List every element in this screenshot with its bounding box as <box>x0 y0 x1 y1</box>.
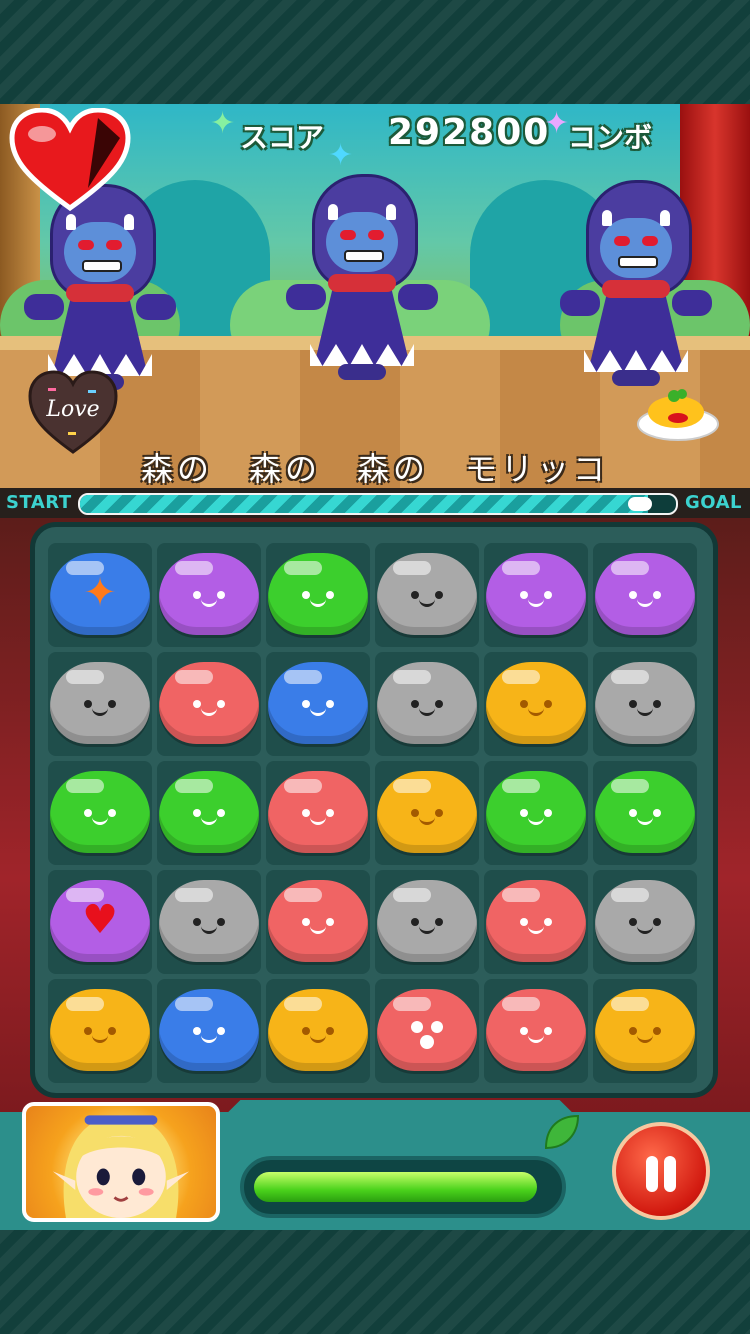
purple-puyo[interactable] <box>595 553 695 635</box>
board-cell[interactable] <box>484 979 588 1083</box>
board-cell[interactable] <box>48 761 152 865</box>
pause-icon <box>664 1156 676 1192</box>
board-cell[interactable] <box>266 652 370 756</box>
yellow-puyo[interactable] <box>50 989 150 1071</box>
red-puyo[interactable] <box>268 771 368 853</box>
purple-puyo[interactable] <box>486 553 586 635</box>
board-cell[interactable] <box>593 870 697 974</box>
yellow-puyo[interactable] <box>595 989 695 1071</box>
omelet-icon[interactable] <box>636 382 720 442</box>
progress-track <box>78 493 678 515</box>
board-cell[interactable]: ♥ <box>48 870 152 974</box>
yellow-puyo[interactable] <box>377 771 477 853</box>
board-cell[interactable] <box>484 870 588 974</box>
board-cell[interactable] <box>266 870 370 974</box>
hp-gauge <box>240 1156 566 1218</box>
star-sparkle-icon: ✦ <box>210 106 236 141</box>
enemy-monster-right[interactable] <box>560 180 712 390</box>
red-puyo[interactable] <box>377 989 477 1071</box>
star-icon: ✦ <box>83 570 117 616</box>
bottom-letterbox <box>0 1230 750 1334</box>
gray-puyo[interactable] <box>595 880 695 962</box>
board-cell[interactable] <box>157 761 261 865</box>
character-portrait[interactable] <box>22 1102 220 1222</box>
board-cell[interactable] <box>375 543 479 647</box>
progress-goal-label: GOAL <box>685 492 742 513</box>
hp-gauge-fill <box>254 1172 538 1202</box>
board-cell[interactable] <box>157 652 261 756</box>
score-label: スコア <box>240 121 325 154</box>
love-badge-text: Love <box>45 397 99 422</box>
song-title: 森の 森の 森の モリッコ <box>140 450 609 488</box>
green-puyo[interactable] <box>159 771 259 853</box>
heart-icon: ♥ <box>82 897 118 943</box>
board-cell[interactable] <box>157 543 261 647</box>
board-cell[interactable] <box>266 761 370 865</box>
gray-puyo[interactable] <box>377 553 477 635</box>
song-progress-bar: START GOAL <box>0 488 750 518</box>
gray-puyo[interactable] <box>50 662 150 744</box>
gray-puyo[interactable] <box>595 662 695 744</box>
board-cell[interactable] <box>484 761 588 865</box>
board-cell[interactable] <box>157 870 261 974</box>
green-puyo[interactable] <box>50 771 150 853</box>
board-cell[interactable] <box>484 543 588 647</box>
score-bar: ✦ スコア ✦ 292800 ✦ コンボ <box>210 106 660 173</box>
gray-puyo[interactable] <box>377 880 477 962</box>
blue-puyo[interactable] <box>159 989 259 1071</box>
score-value: 292800 <box>388 112 551 153</box>
green-puyo[interactable] <box>595 771 695 853</box>
progress-start-label: START <box>6 492 72 513</box>
green-puyo[interactable] <box>486 771 586 853</box>
enemy-monster-left[interactable] <box>24 184 176 394</box>
board-cell[interactable] <box>375 652 479 756</box>
red-puyo[interactable] <box>486 880 586 962</box>
board-cell[interactable] <box>593 761 697 865</box>
board-cell[interactable] <box>266 543 370 647</box>
board-cell[interactable] <box>157 979 261 1083</box>
board-cell[interactable] <box>266 979 370 1083</box>
pause-button[interactable] <box>612 1122 710 1220</box>
board-cell[interactable] <box>375 979 479 1083</box>
board-cell[interactable] <box>375 870 479 974</box>
combo-label: コンボ <box>568 121 653 154</box>
red-puyo[interactable] <box>486 989 586 1071</box>
gray-puyo[interactable] <box>377 662 477 744</box>
board-cell[interactable] <box>593 979 697 1083</box>
gray-puyo[interactable] <box>159 880 259 962</box>
star-sparkle-icon: ✦ <box>328 138 354 173</box>
leaf-icon <box>544 1114 580 1150</box>
board-cell[interactable]: ✦ <box>48 543 152 647</box>
enemy-monster-center[interactable] <box>286 174 438 384</box>
heart-life-icon <box>9 108 131 212</box>
green-puyo[interactable] <box>268 553 368 635</box>
top-letterbox <box>0 0 750 104</box>
puzzle-grid: ✦ ♥ <box>48 543 697 1083</box>
progress-fill <box>80 495 649 513</box>
progress-knob <box>628 497 653 511</box>
puzzle-board: ✦ ♥ <box>30 522 718 1098</box>
purple-puyo[interactable] <box>159 553 259 635</box>
board-cell[interactable] <box>484 652 588 756</box>
board-cell[interactable] <box>593 543 697 647</box>
star-sparkle-icon: ✦ <box>544 106 570 141</box>
blue-puyo[interactable]: ✦ <box>50 553 150 635</box>
purple-puyo[interactable]: ♥ <box>50 880 150 962</box>
board-cell[interactable] <box>593 652 697 756</box>
red-puyo[interactable] <box>268 880 368 962</box>
character-avatar <box>52 1115 190 1218</box>
board-cell[interactable] <box>375 761 479 865</box>
red-puyo[interactable] <box>159 662 259 744</box>
board-cell[interactable] <box>48 652 152 756</box>
board-cell[interactable] <box>48 979 152 1083</box>
blue-puyo[interactable] <box>268 662 368 744</box>
yellow-puyo[interactable] <box>268 989 368 1071</box>
pause-icon <box>646 1156 658 1192</box>
yellow-puyo[interactable] <box>486 662 586 744</box>
